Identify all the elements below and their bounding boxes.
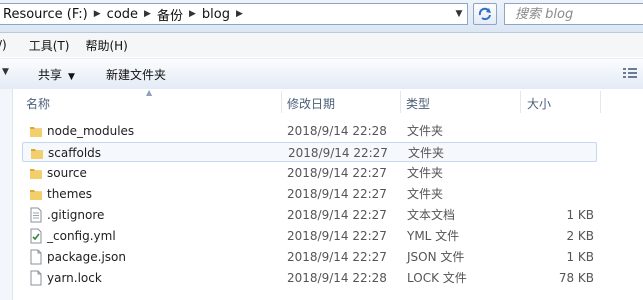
file-modified-date: 2018/9/14 22:27 <box>287 229 387 243</box>
breadcrumb-arrow-icon[interactable]: ▶ <box>142 9 153 19</box>
address-bar[interactable]: Resource (F:) ▶ code ▶ 备份 ▶ blog ▶ ▼ <box>0 3 468 25</box>
file-name: themes <box>47 187 93 201</box>
column-header-name-label: 名称 <box>26 96 51 111</box>
file-modified-date: 2018/9/14 22:27 <box>287 187 387 201</box>
column-header-date-label: 修改日期 <box>287 96 336 111</box>
file-modified-date: 2018/9/14 22:28 <box>287 124 387 138</box>
view-options-icon[interactable] <box>622 66 638 80</box>
column-header-size[interactable]: 大小 <box>527 92 551 114</box>
search-box[interactable] <box>504 3 643 25</box>
file-row[interactable]: source 2018/9/14 22:27 文件夹 <box>22 163 597 183</box>
file-size <box>534 184 594 204</box>
file-name: _config.yml <box>47 229 116 243</box>
breadcrumb: Resource (F:) ▶ code ▶ 备份 ▶ blog ▶ <box>0 4 245 24</box>
file-type: JSON 文件 <box>407 250 465 264</box>
file-size <box>534 163 594 183</box>
menu-item-tools[interactable]: 工具(T) <box>23 37 76 54</box>
address-history-dropdown[interactable]: ▼ <box>451 4 467 24</box>
column-divider[interactable] <box>600 91 601 113</box>
chevron-down-icon: ▼ <box>68 72 75 82</box>
breadcrumb-item-drive[interactable]: Resource (F:) <box>0 7 92 22</box>
text-file-icon <box>28 207 44 223</box>
file-size: 2 KB <box>566 229 594 243</box>
file-row[interactable]: _config.yml 2018/9/14 22:27 YML 文件 2 KB <box>22 226 597 246</box>
breadcrumb-item-blog[interactable]: blog <box>198 7 234 22</box>
column-header-type[interactable]: 类型 <box>406 92 430 114</box>
column-divider[interactable] <box>520 91 521 113</box>
search-input[interactable] <box>513 5 637 23</box>
file-type: 文本文档 <box>407 208 456 222</box>
command-bar: ▼ 共享 ▼ 新建文件夹 <box>0 58 643 90</box>
folder-icon <box>28 123 44 139</box>
file-icon <box>28 270 44 286</box>
file-type: LOCK 文件 <box>407 271 467 285</box>
folder-icon <box>28 186 44 202</box>
column-divider[interactable] <box>281 91 282 113</box>
file-name: scaffolds <box>48 146 102 160</box>
file-name: source <box>47 166 87 180</box>
file-type: YML 文件 <box>407 229 460 243</box>
column-header-size-label: 大小 <box>527 96 552 111</box>
file-size: 78 KB <box>558 271 594 285</box>
file-row[interactable]: scaffolds 2018/9/14 22:27 文件夹 <box>22 142 597 162</box>
file-modified-date: 2018/9/14 22:27 <box>287 250 387 264</box>
file-type: 文件夹 <box>407 124 444 138</box>
file-type: 文件夹 <box>407 166 444 180</box>
file-type: 文件夹 <box>407 187 444 201</box>
address-toolbar: Resource (F:) ▶ code ▶ 备份 ▶ blog ▶ ▼ <box>0 0 643 33</box>
file-name: package.json <box>47 250 127 264</box>
file-modified-date: 2018/9/14 22:28 <box>287 271 387 285</box>
breadcrumb-arrow-icon[interactable]: ▶ <box>234 9 245 19</box>
yml-file-icon <box>28 228 44 244</box>
file-name: .gitignore <box>47 208 105 222</box>
folder-icon <box>29 145 45 161</box>
breadcrumb-item-backup[interactable]: 备份 <box>153 5 187 24</box>
share-button-label: 共享 <box>38 68 63 82</box>
breadcrumb-item-code[interactable]: code <box>103 7 142 22</box>
chevron-down-icon[interactable]: ▼ <box>2 67 9 77</box>
file-row[interactable]: node_modules 2018/9/14 22:28 文件夹 <box>22 121 597 141</box>
folder-icon <box>28 165 44 181</box>
file-icon <box>28 249 44 265</box>
file-name: node_modules <box>47 124 135 138</box>
file-row[interactable]: package.json 2018/9/14 22:27 JSON 文件 1 KB <box>22 247 597 267</box>
column-header-type-label: 类型 <box>406 96 431 111</box>
breadcrumb-arrow-icon[interactable]: ▶ <box>92 9 103 19</box>
new-folder-button[interactable]: 新建文件夹 <box>106 66 166 83</box>
column-header-name[interactable]: 名称 <box>26 92 50 114</box>
file-modified-date: 2018/9/14 22:27 <box>287 166 387 180</box>
file-row[interactable]: themes 2018/9/14 22:27 文件夹 <box>22 184 597 204</box>
menu-item-help[interactable]: 帮助(H) <box>79 37 133 54</box>
refresh-icon <box>478 7 491 21</box>
breadcrumb-arrow-icon[interactable]: ▶ <box>187 9 198 19</box>
share-button[interactable]: 共享 ▼ <box>38 66 75 83</box>
column-header-date[interactable]: 修改日期 <box>287 92 335 114</box>
file-type: 文件夹 <box>408 146 445 160</box>
file-size: 1 KB <box>566 250 594 264</box>
column-divider[interactable] <box>400 91 401 113</box>
sort-ascending-icon: ▲ <box>146 88 153 97</box>
file-list: 名称 ▲ 修改日期 类型 大小 node_modules 2018/9/14 22… <box>0 88 643 300</box>
file-size <box>534 121 594 141</box>
menu-bar: /) 工具(T) 帮助(H) <box>0 33 643 57</box>
file-row[interactable]: .gitignore 2018/9/14 22:27 文本文档 1 KB <box>22 205 597 225</box>
menu-item-view[interactable]: /) <box>0 38 13 52</box>
file-name: yarn.lock <box>47 271 102 285</box>
file-size: 1 KB <box>566 208 594 222</box>
navigation-pane-edge <box>0 89 13 300</box>
file-row[interactable]: yarn.lock 2018/9/14 22:28 LOCK 文件 78 KB <box>22 268 597 288</box>
refresh-button[interactable] <box>473 3 497 25</box>
file-size <box>535 143 595 163</box>
file-modified-date: 2018/9/14 22:27 <box>287 208 387 222</box>
file-modified-date: 2018/9/14 22:27 <box>288 146 388 160</box>
